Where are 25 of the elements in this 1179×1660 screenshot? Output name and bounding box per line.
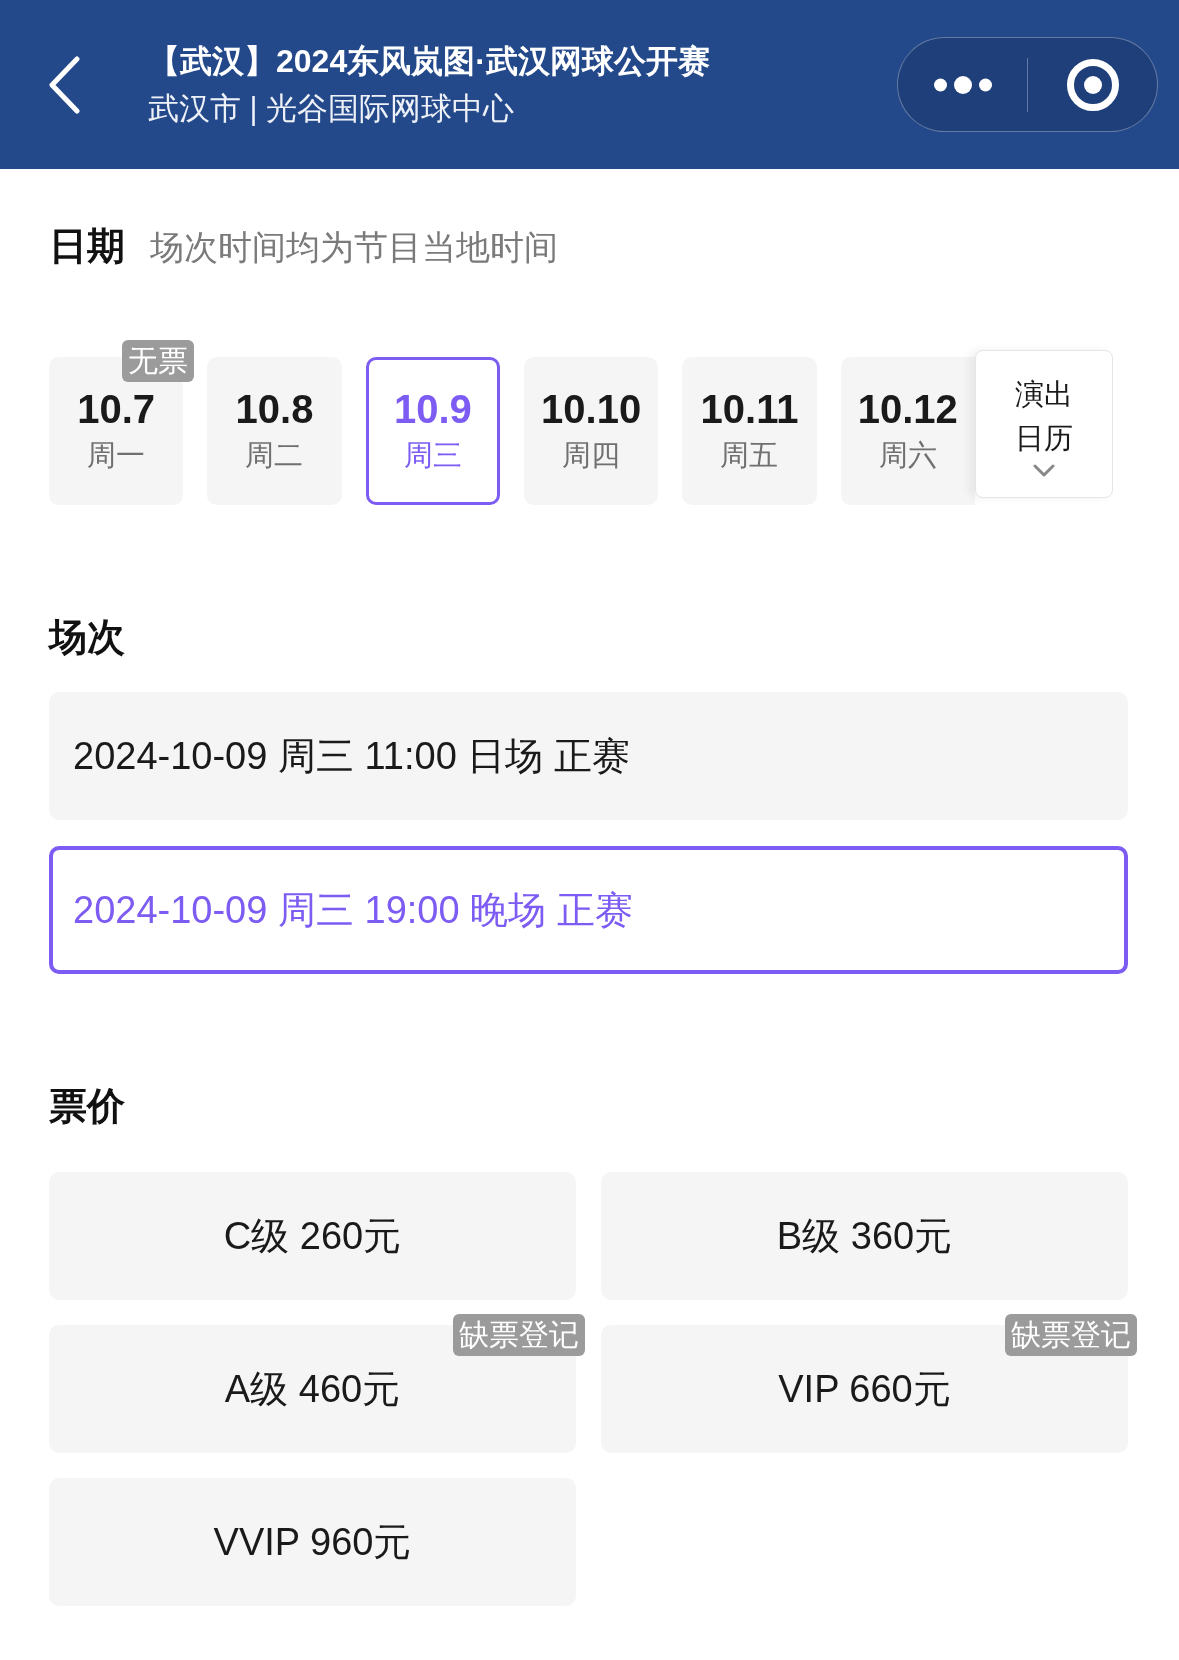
chevron-down-icon (1033, 463, 1055, 477)
target-icon (1066, 58, 1119, 111)
section-heading: 票价 (49, 1084, 125, 1129)
date-tab[interactable]: 10.10 周四 (524, 357, 659, 505)
back-button[interactable] (48, 55, 80, 114)
status-tag: 无票 (122, 340, 195, 382)
back-icon (48, 55, 80, 114)
date-tab[interactable]: 10.8 周二 (207, 357, 342, 505)
status-tag: 缺票登记 (1005, 1314, 1137, 1356)
section-heading: 场次 (49, 615, 125, 660)
date-tab[interactable]: 10.9 周三 (365, 357, 500, 505)
session-option[interactable]: 2024-10-09 周三 19:00 晚场 正赛 (49, 846, 1128, 974)
session-option[interactable]: 2024-10-09 周三 11:00 日场 正赛 (49, 692, 1128, 820)
price-option[interactable]: B级 360元 (601, 1172, 1128, 1300)
event-title: 【武汉】2024东风岚图·武汉网球公开赛 (148, 41, 711, 81)
price-option[interactable]: C级 260元 (49, 1172, 576, 1300)
more-icon (933, 75, 992, 94)
calendar-button[interactable]: 演出日历 (975, 350, 1113, 498)
status-tag: 缺票登记 (453, 1314, 585, 1356)
date-tab[interactable]: 10.12 周六 (840, 357, 975, 505)
venue-subtitle: 武汉市 | 光谷国际网球中心 (148, 89, 516, 128)
timezone-note: 场次时间均为节目当地时间 (150, 227, 558, 268)
section-heading: 日期 (49, 224, 125, 269)
date-tab[interactable]: 10.11 周五 (682, 357, 817, 505)
price-option[interactable]: VVIP 960元 (49, 1478, 576, 1606)
